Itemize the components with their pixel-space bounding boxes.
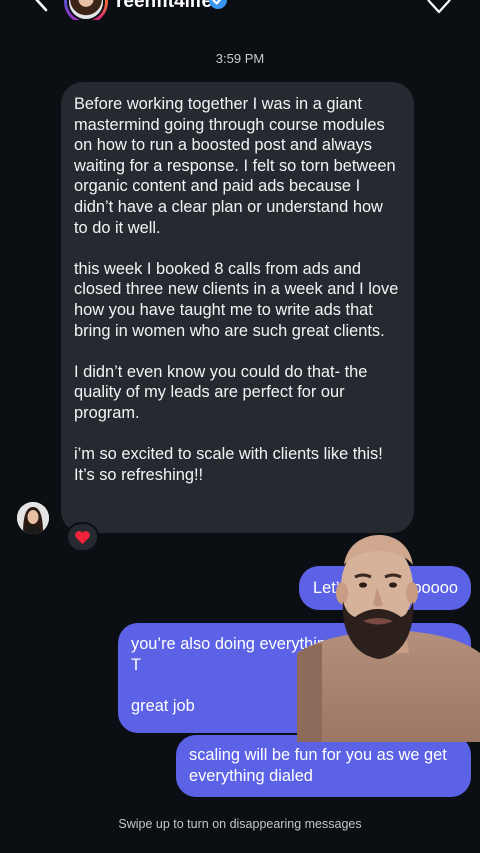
message-paragraph: I didn’t even know you could do that- th… bbox=[74, 362, 368, 422]
chat-header: reenfit4life bbox=[0, 0, 480, 20]
message-paragraph: Before working together I was in a giant… bbox=[74, 95, 396, 237]
heart-reaction-icon bbox=[75, 531, 90, 545]
verified-badge-icon bbox=[209, 0, 227, 9]
message-text: scaling will be fun for you as we get ev… bbox=[189, 746, 447, 785]
reaction-heart[interactable] bbox=[66, 522, 99, 552]
username[interactable]: reenfit4life bbox=[116, 0, 212, 13]
disappearing-messages-hint[interactable]: Swipe up to turn on disappearing message… bbox=[0, 817, 480, 831]
message-paragraph: i’m so excited to scale with clients lik… bbox=[74, 445, 383, 484]
message-paragraph: this week I booked 8 calls from ads and … bbox=[74, 259, 399, 340]
header-avatar[interactable] bbox=[64, 0, 108, 20]
incoming-message-bubble[interactable]: Before working together I was in a giant… bbox=[61, 82, 414, 533]
video-overlay[interactable] bbox=[297, 535, 480, 742]
sender-avatar[interactable] bbox=[17, 502, 49, 534]
chevron-left-icon[interactable] bbox=[30, 0, 52, 16]
message-timestamp: 3:59 PM bbox=[215, 51, 265, 66]
outgoing-message-bubble[interactable]: scaling will be fun for you as we get ev… bbox=[176, 735, 471, 797]
heart-outline-icon[interactable] bbox=[425, 0, 453, 16]
